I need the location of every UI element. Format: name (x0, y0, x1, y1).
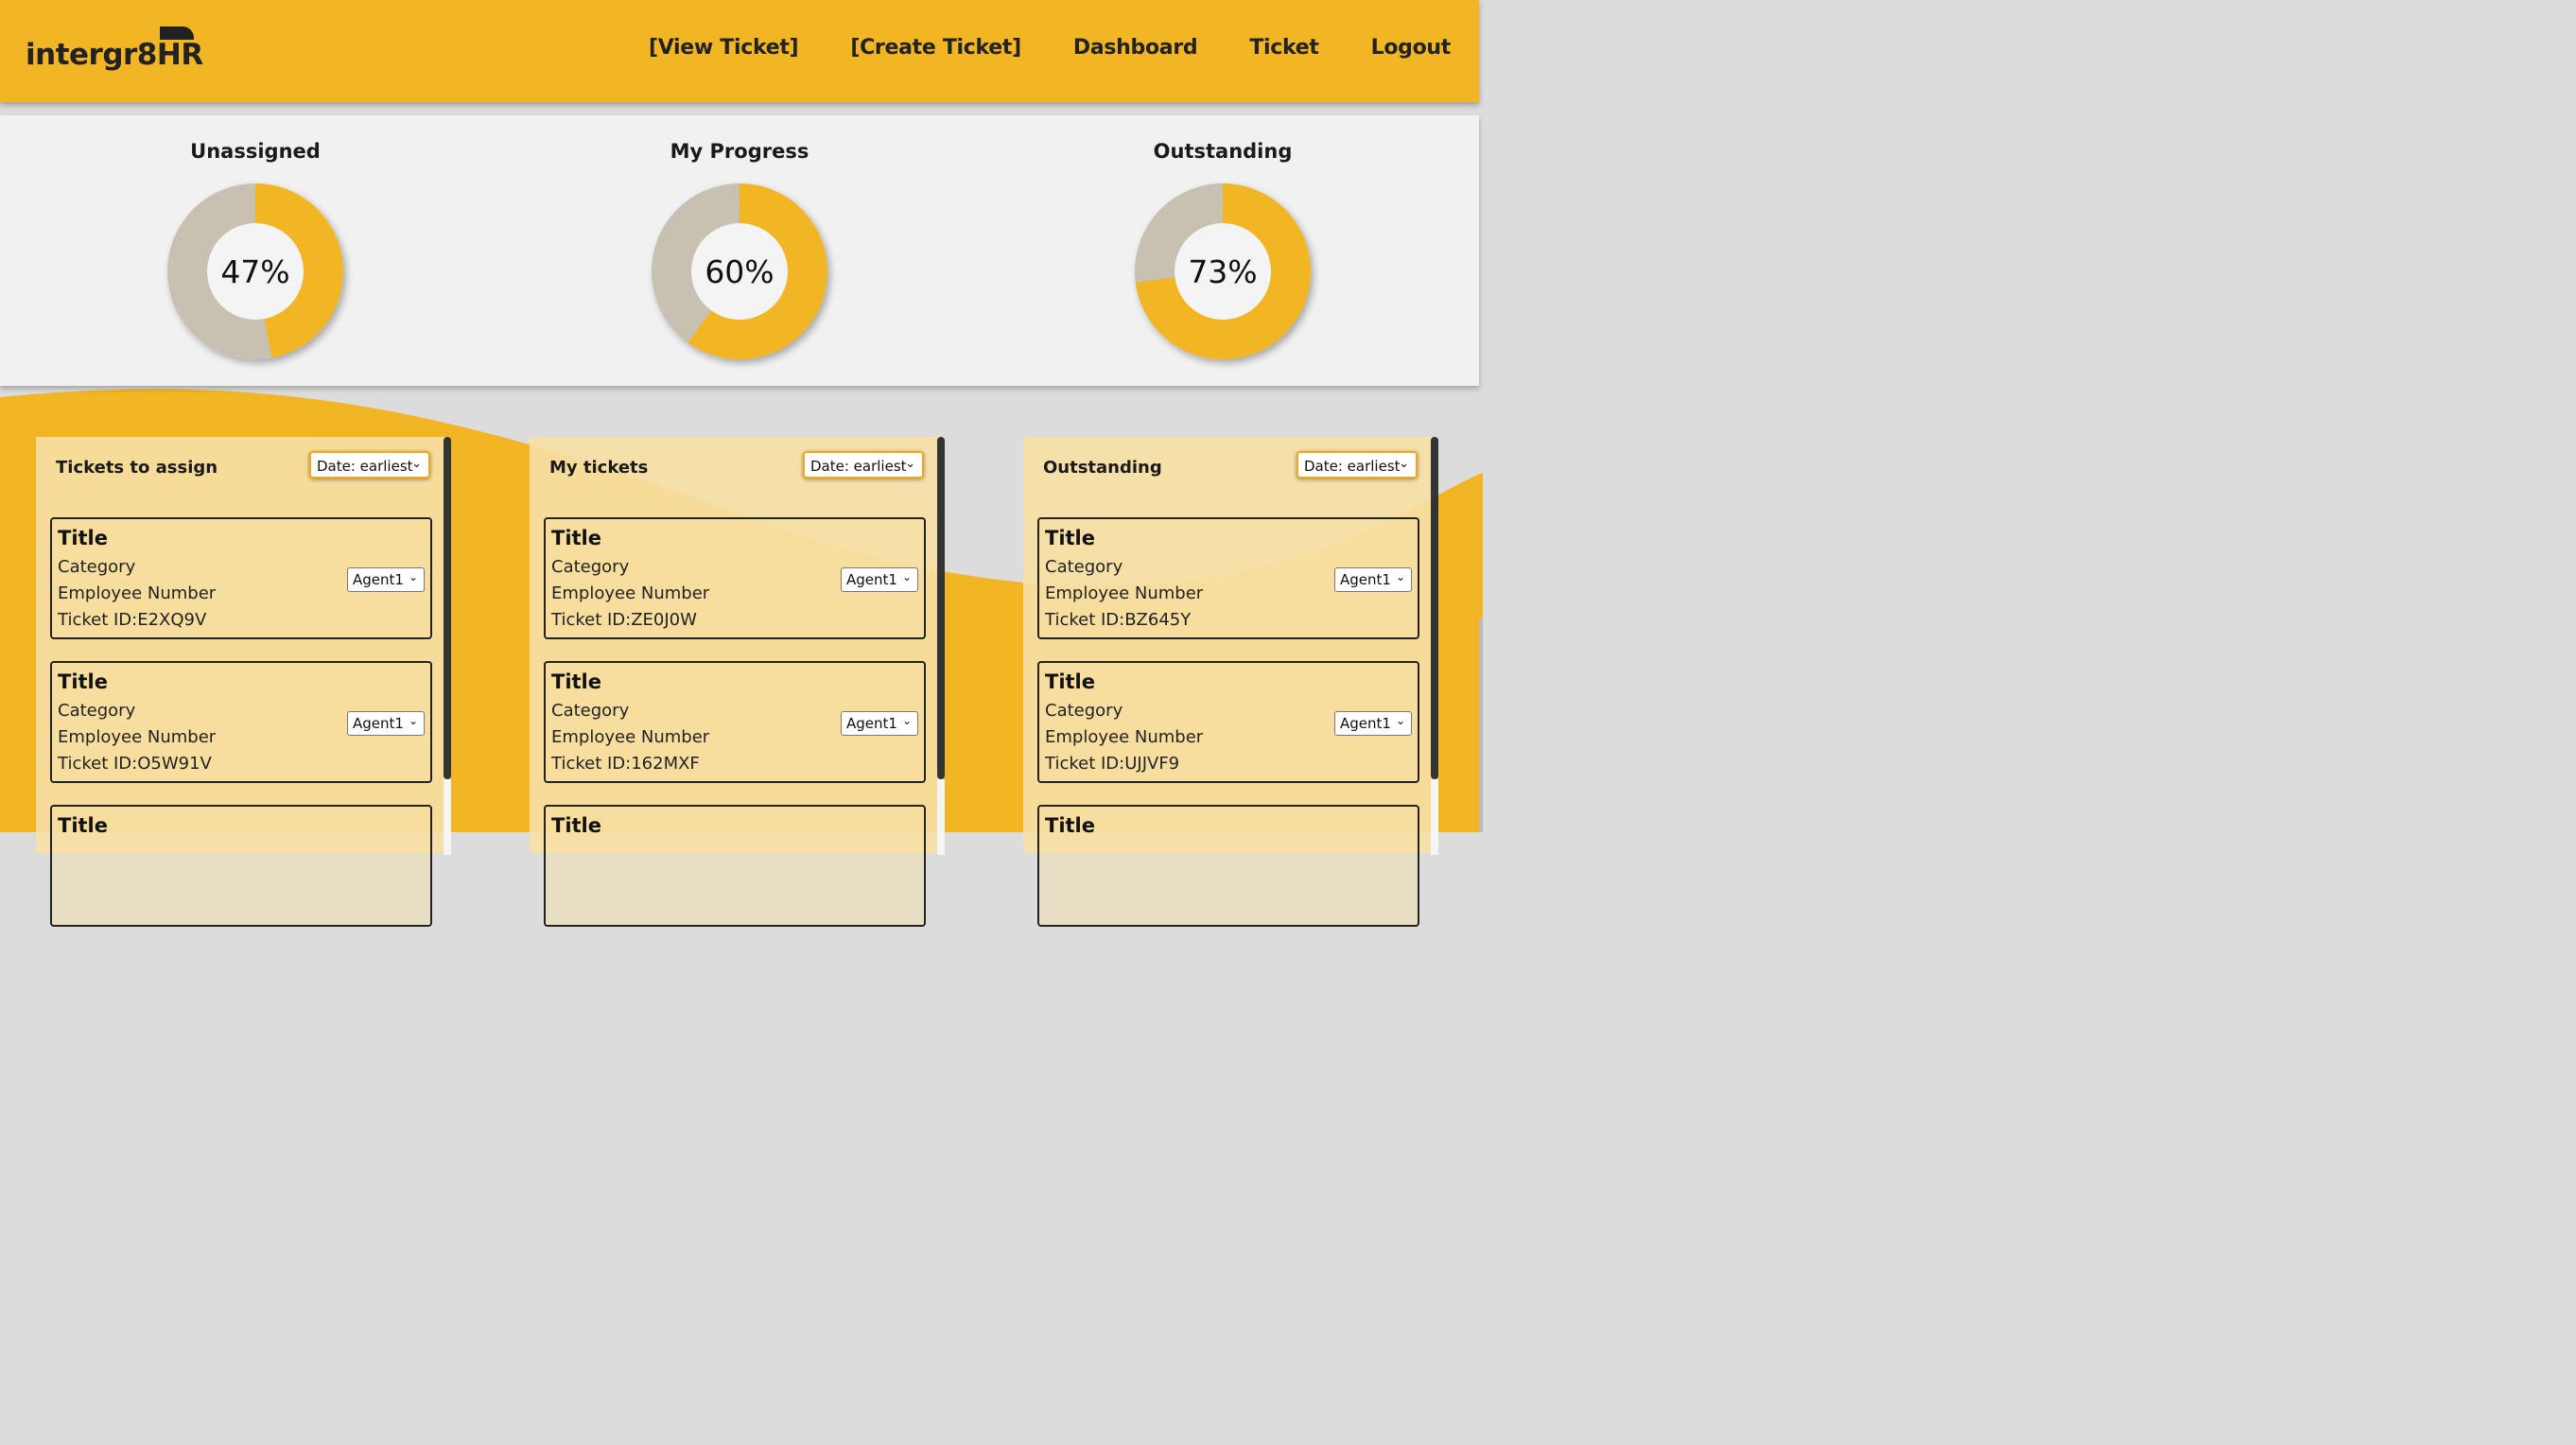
agent-select[interactable]: Agent1 ⌄ (1334, 711, 1412, 736)
ticket-category: Category (1045, 557, 1123, 577)
ticket-card[interactable]: Title Category Employee Number Ticket ID… (50, 517, 432, 639)
stat-title: Outstanding (1153, 140, 1293, 163)
agent-value: Agent1 (846, 715, 897, 732)
agent-value: Agent1 (1340, 715, 1391, 732)
scrollbar-track[interactable] (937, 779, 945, 855)
ticket-title: Title (551, 814, 602, 837)
agent-select[interactable]: Agent1 ⌄ (841, 711, 918, 736)
ticket-card[interactable]: Title Category Employee Number Ticket ID… (50, 661, 432, 783)
ticket-title: Title (1045, 527, 1096, 549)
donut-chart: 73% (1135, 183, 1311, 359)
stat-unassigned: Unassigned 47% (113, 115, 397, 359)
chevron-down-icon: ⌄ (901, 570, 912, 583)
column-heading: My tickets (549, 458, 649, 478)
agent-value: Agent1 (1340, 571, 1391, 588)
stat-outstanding: Outstanding 73% (1081, 115, 1365, 359)
agent-value: Agent1 (353, 715, 404, 732)
column-outstanding: Outstanding Date: earliest ⌄ Title Categ… (1023, 437, 1438, 927)
ticket-id: Ticket ID:BZ645Y (1045, 610, 1192, 630)
top-bar: intergr8HR [View Ticket] [Create Ticket]… (0, 0, 1479, 102)
ticket-id: Ticket ID:162MXF (551, 754, 700, 774)
ticket-card[interactable]: Title Category Employee Number Ticket ID… (544, 661, 926, 783)
stats-panel: Unassigned 47% My Progress 60% Outstandi… (0, 115, 1479, 386)
nav-view-ticket[interactable]: [View Ticket] (649, 36, 799, 60)
scrollbar-thumb[interactable] (1431, 437, 1438, 779)
chevron-down-icon: ⌄ (901, 714, 912, 727)
ticket-category: Category (58, 701, 136, 721)
donut-percent: 60% (691, 223, 788, 320)
ticket-card[interactable]: Title Category Employee Number Ticket ID… (544, 517, 926, 639)
ticket-title: Title (58, 814, 109, 837)
ticket-category: Category (551, 557, 630, 577)
chevron-down-icon: ⌄ (1395, 570, 1405, 583)
donut-percent: 47% (207, 223, 304, 320)
logo[interactable]: intergr8HR (26, 38, 203, 72)
ticket-card[interactable]: Title (544, 805, 926, 927)
donut-percent: 73% (1175, 223, 1271, 320)
ticket-employee: Employee Number (58, 727, 217, 747)
ticket-employee: Employee Number (551, 727, 710, 747)
page-scrollbar[interactable] (1479, 618, 1483, 832)
nav-logout[interactable]: Logout (1371, 36, 1452, 60)
ticket-id: Ticket ID:O5W91V (58, 754, 212, 774)
ticket-category: Category (1045, 701, 1123, 721)
ticket-card[interactable]: Title (1037, 805, 1419, 927)
chevron-down-icon: ⌄ (1399, 457, 1409, 471)
nav-dashboard[interactable]: Dashboard (1073, 36, 1198, 60)
ticket-id: Ticket ID:E2XQ9V (58, 610, 207, 630)
agent-select[interactable]: Agent1 ⌄ (347, 711, 425, 736)
ticket-employee: Employee Number (58, 583, 217, 603)
column-tickets-to-assign: Tickets to assign Date: earliest ⌄ Title… (36, 437, 451, 927)
chevron-down-icon: ⌄ (408, 570, 418, 583)
scrollbar-track[interactable] (444, 779, 451, 855)
ticket-title: Title (1045, 814, 1096, 837)
column-my-tickets: My tickets Date: earliest ⌄ Title Catego… (530, 437, 945, 927)
donut-chart: 60% (652, 183, 827, 359)
ticket-card[interactable]: Title Category Employee Number Ticket ID… (1037, 661, 1419, 783)
ticket-title: Title (58, 527, 109, 549)
scrollbar-thumb[interactable] (444, 437, 451, 779)
ticket-employee: Employee Number (1045, 583, 1204, 603)
ticket-title: Title (58, 670, 109, 693)
stat-title: My Progress (670, 140, 809, 163)
sort-value: Date: earliest (810, 458, 907, 475)
ticket-employee: Employee Number (551, 583, 710, 603)
sort-value: Date: earliest (1304, 458, 1401, 475)
ticket-title: Title (551, 527, 602, 549)
nav-create-ticket[interactable]: [Create Ticket] (850, 36, 1021, 60)
sort-select[interactable]: Date: earliest ⌄ (309, 451, 430, 479)
sort-value: Date: earliest (317, 458, 413, 475)
chevron-down-icon: ⌄ (1395, 714, 1405, 727)
agent-select[interactable]: Agent1 ⌄ (1334, 567, 1412, 592)
stat-title: Unassigned (190, 140, 321, 163)
agent-value: Agent1 (353, 571, 404, 588)
ticket-id: Ticket ID:UJJVF9 (1045, 754, 1180, 774)
chevron-down-icon: ⌄ (411, 457, 422, 471)
nav-ticket[interactable]: Ticket (1249, 36, 1319, 60)
main-nav: [View Ticket] [Create Ticket] Dashboard … (597, 36, 1451, 60)
column-heading: Outstanding (1043, 458, 1162, 478)
ticket-category: Category (58, 557, 136, 577)
ticket-title: Title (551, 670, 602, 693)
agent-select[interactable]: Agent1 ⌄ (841, 567, 918, 592)
ticket-card[interactable]: Title (50, 805, 432, 927)
sort-select[interactable]: Date: earliest ⌄ (1297, 451, 1418, 479)
stat-my-progress: My Progress 60% (598, 115, 881, 359)
agent-select[interactable]: Agent1 ⌄ (347, 567, 425, 592)
ticket-title: Title (1045, 670, 1096, 693)
chevron-down-icon: ⌄ (905, 457, 915, 471)
scrollbar-thumb[interactable] (937, 437, 945, 779)
scrollbar-track[interactable] (1431, 779, 1438, 855)
ticket-card[interactable]: Title Category Employee Number Ticket ID… (1037, 517, 1419, 639)
chevron-down-icon: ⌄ (408, 714, 418, 727)
column-heading: Tickets to assign (56, 458, 218, 478)
ticket-id: Ticket ID:ZE0J0W (551, 610, 697, 630)
ticket-employee: Employee Number (1045, 727, 1204, 747)
ticket-category: Category (551, 701, 630, 721)
sort-select[interactable]: Date: earliest ⌄ (803, 451, 924, 479)
donut-chart: 47% (167, 183, 343, 359)
agent-value: Agent1 (846, 571, 897, 588)
